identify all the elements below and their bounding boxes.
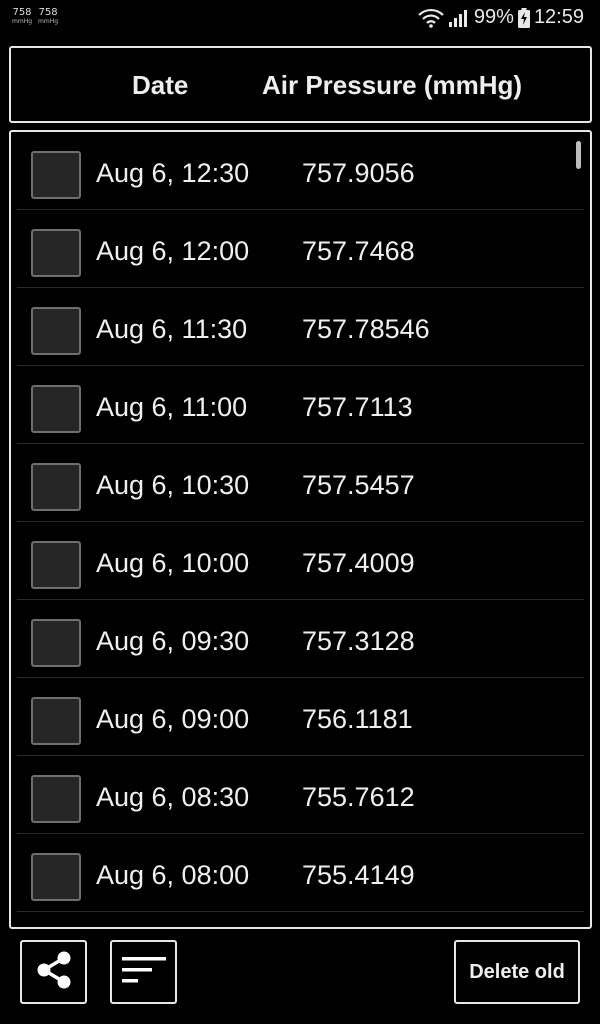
scrollbar[interactable] xyxy=(576,141,581,169)
list-item[interactable]: Aug 6, 11:00 757.7113 xyxy=(17,366,584,444)
list-item[interactable]: Aug 6, 12:00 757.7468 xyxy=(17,210,584,288)
reading-date: Aug 6, 09:30 xyxy=(96,626,250,656)
reading-value: 757.4009 xyxy=(302,548,415,578)
notification-value: 758 xyxy=(12,7,32,18)
notification-value: 758 xyxy=(38,7,58,18)
system-indicators: 99% 12:59 xyxy=(418,6,584,29)
reading-value: 757.3128 xyxy=(302,626,415,656)
reading-date: Aug 6, 12:30 xyxy=(96,158,250,188)
status-bar: 758 mmHg 758 mmHg 99% 12:59 xyxy=(0,0,600,38)
notification-unit: mmHg xyxy=(38,18,59,25)
row-checkbox[interactable] xyxy=(31,307,81,355)
list-item[interactable]: Aug 6, 10:30 757.5457 xyxy=(17,444,584,522)
list-item[interactable]: Aug 6, 10:00 757.4009 xyxy=(17,522,584,600)
share-button[interactable] xyxy=(20,940,87,1004)
reading-date: Aug 6, 08:30 xyxy=(96,782,250,812)
reading-value: 757.7468 xyxy=(302,236,415,266)
reading-value: 757.9056 xyxy=(302,158,415,188)
battery-charging-icon xyxy=(517,7,530,28)
readings-rows: Aug 6, 12:30 757.9056 Aug 6, 12:00 757.7… xyxy=(11,132,590,927)
row-checkbox[interactable] xyxy=(31,385,81,433)
list-item[interactable] xyxy=(17,912,584,927)
reading-date: Aug 6, 09:00 xyxy=(96,704,250,734)
list-item[interactable]: Aug 6, 12:30 757.9056 xyxy=(17,132,584,210)
list-item[interactable]: Aug 6, 09:00 756.1181 xyxy=(17,678,584,756)
reading-value: 757.5457 xyxy=(302,470,415,500)
row-checkbox[interactable] xyxy=(31,697,81,745)
row-checkbox[interactable] xyxy=(31,541,81,589)
row-checkbox[interactable] xyxy=(31,151,81,199)
table-header: Date Air Pressure (mmHg) xyxy=(9,46,592,123)
list-item[interactable]: Aug 6, 09:30 757.3128 xyxy=(17,600,584,678)
share-icon xyxy=(32,948,76,997)
row-checkbox[interactable] xyxy=(31,229,81,277)
clock: 12:59 xyxy=(533,6,584,28)
reading-date: Aug 6, 10:00 xyxy=(96,548,250,578)
reading-date: Aug 6, 10:30 xyxy=(96,470,250,500)
reading-date: Aug 6, 12:00 xyxy=(96,236,250,266)
list-item[interactable]: Aug 6, 11:30 757.78546 xyxy=(17,288,584,366)
reading-date: Aug 6, 11:30 xyxy=(96,314,248,344)
sort-button[interactable] xyxy=(110,940,177,1004)
notification-unit: mmHg xyxy=(12,18,33,25)
row-checkbox[interactable] xyxy=(31,775,81,823)
sort-icon xyxy=(120,952,168,993)
list-item[interactable]: Aug 6, 08:30 755.7612 xyxy=(17,756,584,834)
row-checkbox[interactable] xyxy=(31,619,81,667)
reading-value: 757.78546 xyxy=(302,314,430,344)
delete-old-label: Delete old xyxy=(469,960,565,983)
reading-date: Aug 6, 11:00 xyxy=(96,392,248,422)
reading-value: 755.4149 xyxy=(302,860,415,890)
readings-list[interactable]: Aug 6, 12:30 757.9056 Aug 6, 12:00 757.7… xyxy=(9,130,592,929)
signal-icon xyxy=(448,8,470,28)
row-checkbox[interactable] xyxy=(31,853,81,901)
delete-old-button[interactable]: Delete old xyxy=(454,940,580,1004)
battery-percent: 99% xyxy=(473,6,514,28)
reading-value: 755.7612 xyxy=(302,782,415,812)
notification-icons: 758 mmHg 758 mmHg xyxy=(12,8,58,25)
pressure-notification-icon: 758 mmHg xyxy=(12,8,32,25)
reading-value: 757.7113 xyxy=(302,392,413,422)
reading-value: 756.1181 xyxy=(302,704,413,734)
wifi-icon xyxy=(418,8,444,28)
pressure-notification-icon: 758 mmHg xyxy=(38,8,58,25)
date-column-header: Date xyxy=(132,70,189,100)
reading-date: Aug 6, 08:00 xyxy=(96,860,250,890)
pressure-column-header: Air Pressure (mmHg) xyxy=(262,70,523,100)
row-checkbox[interactable] xyxy=(31,463,81,511)
list-item[interactable]: Aug 6, 08:00 755.4149 xyxy=(17,834,584,912)
